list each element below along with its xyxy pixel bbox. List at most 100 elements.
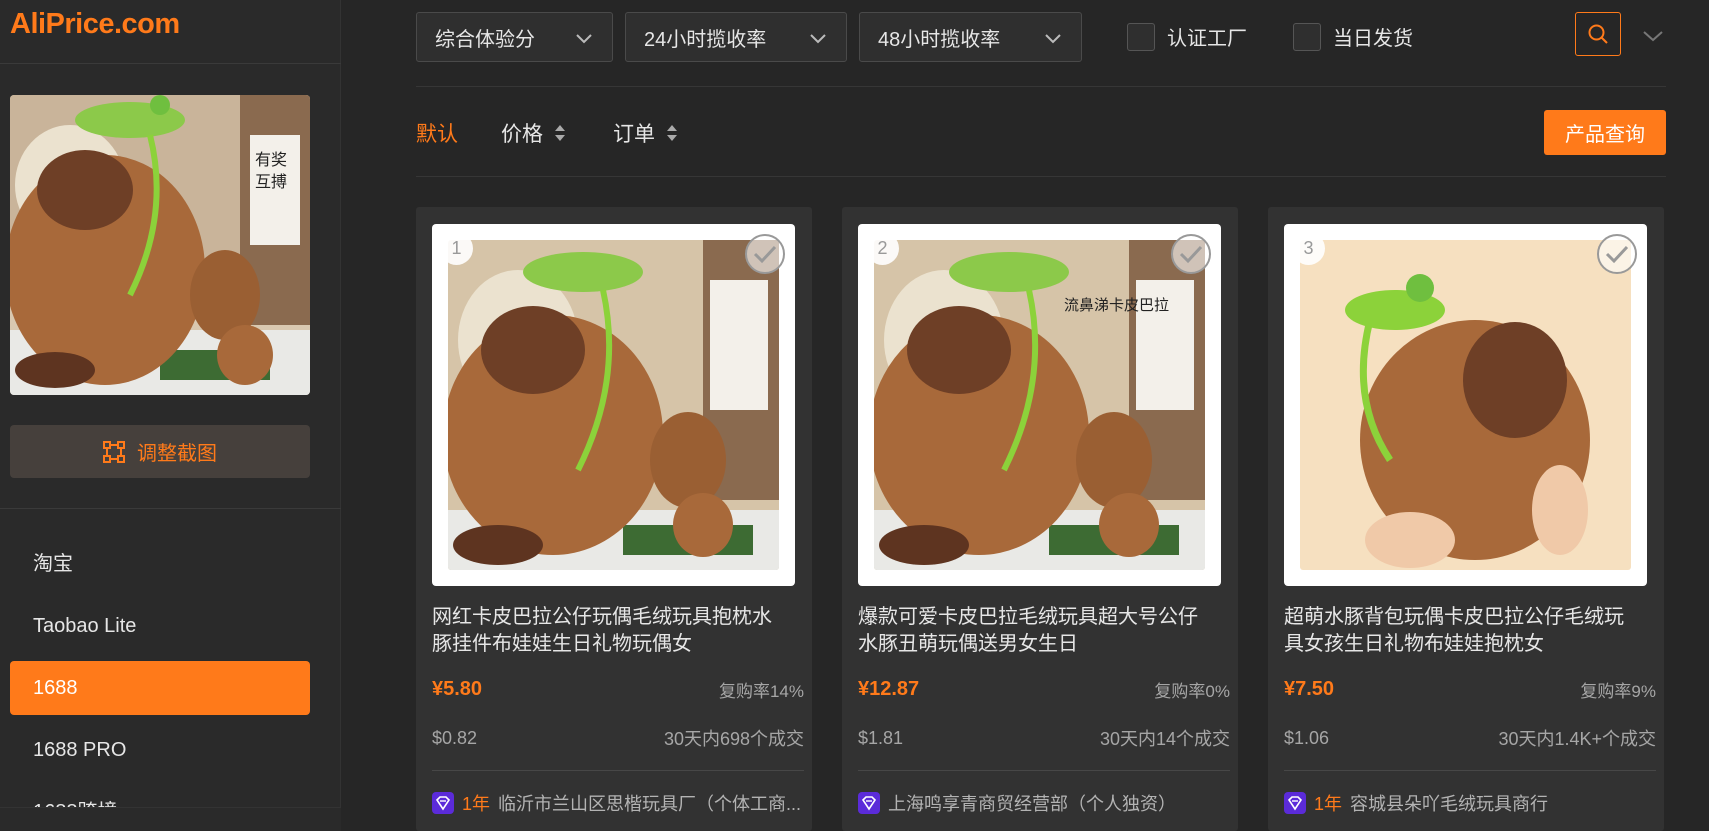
image-caption: 流鼻涕卡皮巴拉: [1064, 296, 1169, 314]
repurchase-rate: 复购率0%: [1154, 682, 1230, 701]
checkbox-label: 当日发货: [1333, 28, 1413, 50]
repurchase-rate: 复购率9%: [1580, 682, 1656, 701]
24h-pickup-rate-select[interactable]: 24小时揽收率: [625, 12, 847, 62]
filter-bar: 综合体验分 24小时揽收率 48小时揽收率 认证工厂 当日发货: [416, 12, 1666, 62]
product-title[interactable]: 网红卡皮巴拉公仔玩偶毛绒玩具抱枕水豚挂件布娃娃生日礼物玩偶女: [432, 604, 777, 658]
sort-arrows-icon: [667, 125, 677, 141]
sales-count: 30天内14个成交: [1099, 729, 1230, 749]
rank-badge: 1: [440, 232, 473, 265]
capybara-plush-image: [448, 240, 779, 570]
repurchase-rate: 复购率14%: [718, 682, 804, 701]
checkbox-label: 认证工厂: [1167, 28, 1247, 50]
product-title[interactable]: 爆款可爱卡皮巴拉毛绒玩具超大号公仔水豚丑萌玩偶送男女生日: [858, 604, 1203, 658]
product-card[interactable]: 3 超萌水豚背包玩偶卡皮巴拉公仔毛绒玩具女孩生日礼物布娃娃抱枕女 ¥7.50 复…: [1268, 207, 1664, 831]
sort-orders[interactable]: 订单: [613, 118, 679, 148]
adjust-screenshot-label: 调整截图: [137, 443, 217, 465]
price-row: ¥12.87 复购率0%: [858, 677, 1230, 702]
product-image[interactable]: [448, 240, 779, 570]
seller-name: 上海鸣享青商贸经营部（个人独资）: [888, 794, 1176, 814]
platform-list: 淘宝 Taobao Lite 1688 1688 PRO 1688跨境: [10, 537, 310, 831]
capybara-plush-image: 流鼻涕卡皮巴拉: [874, 240, 1205, 570]
seller-years: 1年: [1314, 794, 1343, 814]
sort-price-label: 价格: [501, 123, 543, 146]
certified-factory-checkbox[interactable]: 认证工厂: [1127, 22, 1247, 51]
sales-count: 30天内1.4K+个成交: [1498, 729, 1656, 749]
platform-item-taobao-lite[interactable]: Taobao Lite: [10, 599, 310, 653]
usd-sales-row: $0.82 30天内698个成交: [432, 725, 804, 751]
sort-price[interactable]: 价格: [501, 118, 567, 148]
product-query-button[interactable]: 产品查询: [1544, 110, 1666, 155]
card-divider: [1284, 770, 1656, 771]
same-day-shipping-checkbox[interactable]: 当日发货: [1293, 22, 1413, 51]
seller-name: 临沂市兰山区思楷玩具厂（个体工商...: [498, 794, 802, 814]
crop-icon: [103, 440, 125, 463]
product-image[interactable]: 流鼻涕卡皮巴拉: [874, 240, 1205, 570]
sort-bar: 默认 价格 订单 产品查询: [416, 110, 1666, 156]
price-cny: ¥12.87: [858, 678, 920, 700]
price-usd: $1.81: [858, 727, 904, 748]
product-card[interactable]: 流鼻涕卡皮巴拉 2 爆款可爱卡皮巴拉毛绒玩具超大号公仔水豚丑萌玩偶送男女生日 ¥…: [842, 207, 1238, 831]
price-usd: $1.06: [1284, 727, 1330, 748]
usd-sales-row: $1.81 30天内14个成交: [858, 725, 1230, 751]
product-image[interactable]: [1300, 240, 1631, 570]
select-check-icon[interactable]: [743, 232, 787, 276]
svg-text:互搏: 互搏: [255, 172, 287, 191]
sidebar-divider: [0, 63, 341, 64]
search-button[interactable]: [1575, 12, 1621, 56]
checkbox-box[interactable]: [1127, 22, 1155, 51]
experience-score-select[interactable]: 综合体验分: [416, 12, 613, 62]
sidebar-divider: [0, 508, 341, 509]
seller-row[interactable]: 上海鸣享青商贸经营部（个人独资）: [858, 790, 1230, 816]
select-check-icon[interactable]: [1169, 232, 1213, 276]
price-usd: $0.82: [432, 727, 478, 748]
sidebar-footer: [0, 807, 341, 831]
sort-arrows-icon: [555, 125, 565, 141]
chevron-down-icon: [576, 34, 592, 44]
price-row: ¥7.50 复购率9%: [1284, 677, 1656, 702]
usd-sales-row: $1.06 30天内1.4K+个成交: [1284, 725, 1656, 751]
adjust-screenshot-button[interactable]: 调整截图: [10, 425, 310, 478]
sort-default-label: 默认: [416, 123, 458, 146]
rank-badge: 2: [866, 232, 899, 265]
product-image-frame[interactable]: 流鼻涕卡皮巴拉 2: [858, 224, 1221, 586]
card-divider: [432, 770, 804, 771]
seller-row[interactable]: 1年 容城县朵吖毛绒玩具商行: [1284, 790, 1656, 816]
platform-item-1688-pro[interactable]: 1688 PRO: [10, 723, 310, 777]
select-label: 综合体验分: [435, 28, 535, 51]
screenshot-preview: 有奖 互搏: [10, 95, 310, 395]
filter-divider: [416, 86, 1666, 87]
sort-divider: [416, 176, 1666, 177]
sort-default[interactable]: 默认: [416, 118, 458, 148]
seller-name: 容城县朵吖毛绒玩具商行: [1350, 794, 1549, 814]
select-label: 48小时揽收率: [878, 28, 1001, 51]
platform-item-taobao[interactable]: 淘宝: [10, 537, 310, 591]
aliprice-logo[interactable]: AliPrice.com: [10, 8, 180, 41]
price-cny: ¥7.50: [1284, 678, 1335, 700]
capybara-plush-image: [1300, 240, 1631, 570]
select-label: 24小时揽收率: [644, 28, 767, 51]
expand-filters-chevron-icon[interactable]: [1642, 26, 1664, 46]
checkbox-box[interactable]: [1293, 22, 1321, 51]
sidebar: AliPrice.com 有奖 互搏 调整截图 淘宝 Taobao Lite 1…: [0, 0, 341, 831]
search-icon: [1588, 24, 1608, 44]
product-image-frame[interactable]: 1: [432, 224, 795, 586]
platform-item-1688[interactable]: 1688: [10, 661, 310, 715]
product-image-frame[interactable]: 3: [1284, 224, 1647, 586]
seller-years: 1年: [462, 794, 491, 814]
capybara-preview-image: 有奖 互搏: [10, 95, 310, 395]
rank-badge: 3: [1292, 232, 1325, 265]
select-check-icon[interactable]: [1595, 232, 1639, 276]
chevron-down-icon: [1045, 34, 1061, 44]
price-cny: ¥5.80: [432, 678, 483, 700]
verified-seller-icon: [432, 792, 454, 814]
sales-count: 30天内698个成交: [663, 729, 804, 749]
sign-text: 有奖: [255, 150, 287, 169]
verified-seller-icon: [858, 792, 880, 814]
product-card[interactable]: 1 网红卡皮巴拉公仔玩偶毛绒玩具抱枕水豚挂件布娃娃生日礼物玩偶女 ¥5.80 复…: [416, 207, 812, 831]
verified-seller-icon: [1284, 792, 1306, 814]
product-title[interactable]: 超萌水豚背包玩偶卡皮巴拉公仔毛绒玩具女孩生日礼物布娃娃抱枕女: [1284, 604, 1629, 658]
chevron-down-icon: [810, 34, 826, 44]
48h-pickup-rate-select[interactable]: 48小时揽收率: [859, 12, 1082, 62]
card-divider: [858, 770, 1230, 771]
seller-row[interactable]: 1年 临沂市兰山区思楷玩具厂（个体工商...: [432, 790, 804, 816]
